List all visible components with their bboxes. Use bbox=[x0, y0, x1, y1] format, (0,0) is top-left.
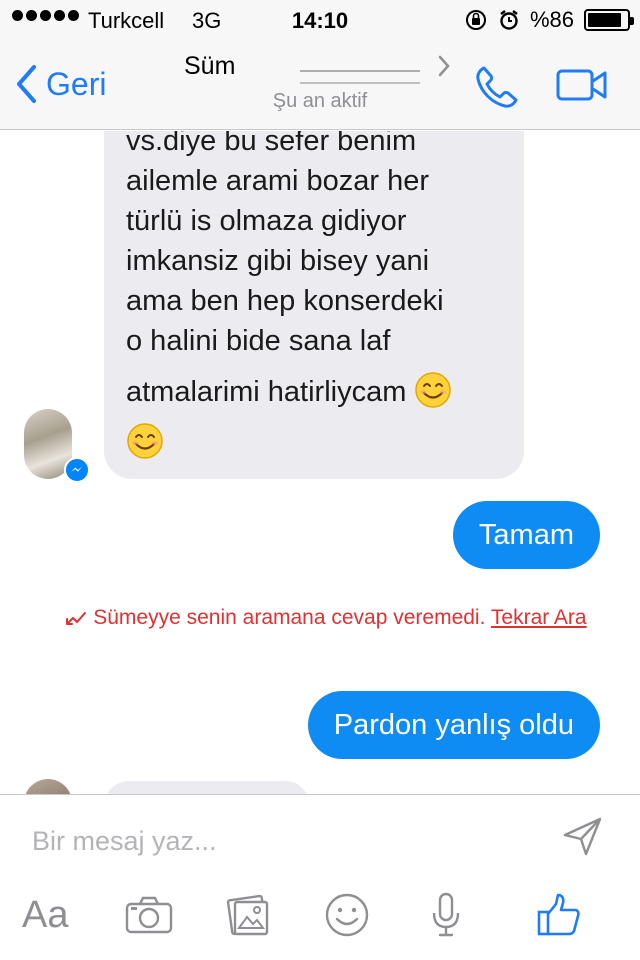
contact-avatar[interactable] bbox=[24, 779, 72, 794]
incoming-message-bubble-partial bbox=[104, 781, 310, 794]
smiling-emoji-icon bbox=[127, 423, 163, 459]
incoming-message-bubble[interactable]: vs.diye bu sefer benim ailemle arami boz… bbox=[104, 131, 524, 479]
text-format-button[interactable]: Aa bbox=[22, 889, 68, 941]
message-line-with-emoji: atmalarimi hatirliycam bbox=[126, 371, 516, 412]
outgoing-message-bubble[interactable]: Tamam bbox=[452, 501, 600, 569]
status-bar: Turkcell 3G 14:10 %86 bbox=[0, 0, 640, 40]
redaction-scribble bbox=[300, 70, 420, 84]
message-line: ama ben hep konserdeki bbox=[126, 285, 444, 317]
rotation-lock-icon bbox=[465, 10, 486, 30]
call-again-link[interactable]: Tekrar Ara bbox=[491, 606, 587, 629]
incoming-message-text: vs.diye bu sefer benim ailemle arami boz… bbox=[126, 131, 516, 463]
message-input[interactable] bbox=[32, 821, 512, 861]
video-camera-icon[interactable] bbox=[556, 68, 608, 102]
camera-icon bbox=[125, 896, 173, 934]
emoji-icon bbox=[325, 893, 369, 937]
navigation-bar: Geri Süm Şu an aktif bbox=[0, 40, 640, 130]
message-line: atmalarimi hatirliycam bbox=[126, 376, 407, 408]
missed-call-notice: Sümeyye senin aramana cevap veremedi. Te… bbox=[50, 604, 602, 632]
missed-call-arrow-icon bbox=[66, 612, 87, 625]
battery-fill bbox=[588, 13, 621, 27]
message-composer: Aa bbox=[0, 794, 640, 960]
microphone-icon bbox=[432, 892, 460, 937]
message-line: o halini bide sana laf bbox=[126, 325, 391, 357]
microphone-button[interactable] bbox=[430, 889, 462, 941]
composer-toolbar: Aa bbox=[0, 889, 640, 945]
camera-button[interactable] bbox=[124, 889, 174, 941]
outgoing-message-bubble[interactable]: Pardon yanlış oldu bbox=[307, 691, 600, 759]
smiling-emoji-icon bbox=[415, 372, 452, 408]
battery-icon bbox=[584, 9, 634, 31]
contact-status: Şu an aktif bbox=[272, 90, 368, 112]
battery-percent: %86 bbox=[529, 7, 574, 32]
photo-gallery-icon bbox=[226, 894, 269, 936]
message-line: ailemle arami bozar her bbox=[126, 165, 430, 197]
alarm-icon bbox=[500, 10, 518, 30]
status-indicators: %86 bbox=[464, 7, 634, 33]
send-icon[interactable] bbox=[562, 815, 604, 857]
message-line: vs.diye bu sefer benim bbox=[126, 131, 417, 157]
phone-icon[interactable] bbox=[474, 64, 520, 110]
message-line: türlü is olmaza gidiyor bbox=[126, 205, 407, 237]
message-line: imkansiz gibi bisey yani bbox=[126, 245, 430, 277]
message-list[interactable]: vs.diye bu sefer benim ailemle arami boz… bbox=[0, 131, 640, 794]
missed-call-text: Sümeyye senin aramana cevap veremedi. bbox=[93, 606, 486, 629]
messenger-badge-icon bbox=[64, 457, 90, 483]
photo-gallery-button[interactable] bbox=[226, 889, 272, 941]
emoji-line bbox=[126, 422, 516, 463]
like-button[interactable] bbox=[536, 889, 582, 941]
contact-name[interactable]: Süm bbox=[184, 52, 235, 81]
thumbs-up-icon bbox=[537, 893, 580, 936]
contact-details-chevron-icon[interactable] bbox=[436, 54, 452, 78]
emoji-button[interactable] bbox=[324, 889, 370, 941]
